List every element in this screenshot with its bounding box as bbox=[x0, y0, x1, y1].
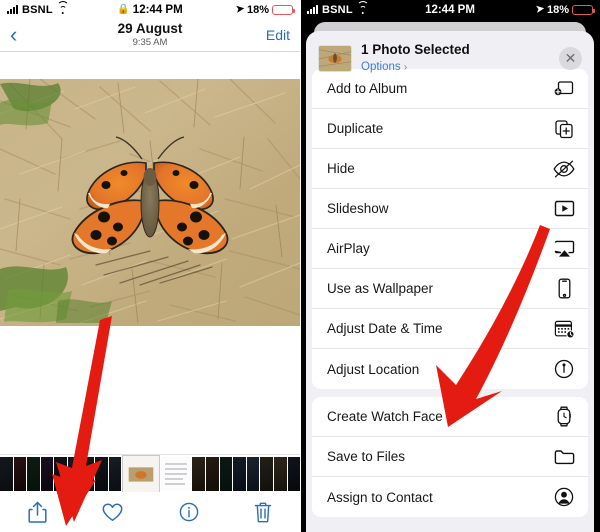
filmstrip-thumb[interactable] bbox=[54, 456, 67, 491]
heart-icon[interactable] bbox=[102, 503, 123, 522]
carrier-label: BSNL bbox=[22, 3, 53, 16]
filmstrip-thumb[interactable] bbox=[205, 456, 219, 491]
filmstrip-thumb[interactable] bbox=[161, 456, 192, 491]
menu-item-airplay[interactable]: AirPlay bbox=[312, 229, 588, 270]
share-sheet-title-block: 1 Photo Selected Options › bbox=[361, 42, 550, 74]
filmstrip-thumb[interactable] bbox=[108, 456, 122, 491]
left-nav-bar: ‹ 29 August 9:35 AM Edit bbox=[0, 19, 300, 52]
menu-item-save-to-files[interactable]: Save to Files bbox=[312, 437, 588, 478]
filmstrip-thumb[interactable] bbox=[67, 456, 81, 491]
menu-item-label: Hide bbox=[327, 161, 355, 177]
status-clock: 12:44 PM bbox=[132, 3, 183, 16]
location-arrow-icon: ➤ bbox=[534, 3, 545, 16]
hide-eye-icon bbox=[553, 158, 575, 180]
menu-item-label: Use as Wallpaper bbox=[327, 281, 434, 297]
menu-item-label: Save to Files bbox=[327, 449, 406, 465]
screenshot-root: BSNL 🔒 12:44 PM ➤ 18% ‹ 29 August 9:35 A… bbox=[0, 0, 600, 532]
options-link[interactable]: Options › bbox=[361, 60, 550, 75]
photo-date-label: 29 August bbox=[117, 21, 183, 37]
photo-stage bbox=[0, 52, 300, 526]
menu-item-use-as-wallpaper[interactable]: Use as Wallpaper bbox=[312, 269, 588, 310]
photo-filmstrip[interactable] bbox=[0, 454, 300, 493]
share-action-group-2: Create Watch Face Save to Files Assign t… bbox=[312, 397, 588, 518]
contact-person-icon bbox=[553, 486, 575, 508]
battery-percent-label: 18% bbox=[246, 3, 269, 16]
options-label: Options bbox=[361, 60, 401, 73]
menu-item-add-to-album[interactable]: Add to Album bbox=[312, 69, 588, 110]
cellular-signal-icon bbox=[7, 5, 18, 14]
menu-item-label: Slideshow bbox=[327, 201, 389, 217]
share-action-group-1: Add to Album Duplicate Hide Slideshow Ai… bbox=[312, 69, 588, 390]
filmstrip-thumb[interactable] bbox=[0, 456, 13, 491]
menu-item-label: Create Watch Face bbox=[327, 409, 443, 425]
menu-item-slideshow[interactable]: Slideshow bbox=[312, 189, 588, 230]
share-sheet-stack: 1 Photo Selected Options › ✕ Add to Albu… bbox=[300, 19, 600, 532]
left-phone-screen: BSNL 🔒 12:44 PM ➤ 18% ‹ 29 August 9:35 A… bbox=[0, 0, 300, 532]
menu-item-label: AirPlay bbox=[327, 241, 370, 257]
location-pin-icon bbox=[553, 358, 575, 380]
filmstrip-thumb[interactable] bbox=[219, 456, 233, 491]
menu-item-create-watch-face[interactable]: Create Watch Face bbox=[312, 397, 588, 438]
watch-face-icon bbox=[553, 406, 575, 428]
filmstrip-thumb[interactable] bbox=[260, 456, 273, 491]
wallpaper-phone-icon bbox=[553, 278, 575, 300]
filmstrip-thumb[interactable] bbox=[273, 456, 287, 491]
battery-percent-label: 18% bbox=[546, 3, 569, 16]
slideshow-play-icon bbox=[553, 198, 575, 220]
photo-toolbar bbox=[0, 492, 300, 532]
menu-item-adjust-date-time[interactable]: Adjust Date & Time bbox=[312, 309, 588, 350]
chevron-right-icon: › bbox=[403, 61, 408, 73]
pane-divider bbox=[300, 0, 301, 532]
filmstrip-thumb-selected[interactable] bbox=[122, 454, 161, 493]
status-clock: 12:44 PM bbox=[425, 3, 475, 16]
left-status-bar: BSNL 🔒 12:44 PM ➤ 18% bbox=[0, 0, 300, 19]
share-icon[interactable] bbox=[28, 501, 47, 524]
battery-low-icon bbox=[272, 4, 295, 15]
close-icon[interactable]: ✕ bbox=[559, 46, 582, 70]
filmstrip-thumb[interactable] bbox=[81, 456, 95, 491]
share-sheet: 1 Photo Selected Options › ✕ Add to Albu… bbox=[306, 31, 594, 532]
butterfly-on-dry-grass-photo bbox=[0, 78, 300, 326]
calendar-clock-icon bbox=[553, 318, 575, 340]
menu-item-assign-to-contact[interactable]: Assign to Contact bbox=[312, 477, 588, 518]
info-icon[interactable] bbox=[179, 502, 199, 522]
filmstrip-thumb[interactable] bbox=[192, 456, 205, 491]
selected-photo-thumbnail bbox=[318, 44, 352, 72]
add-to-album-icon bbox=[553, 78, 575, 100]
right-phone-screen: BSNL 12:44 PM ➤ 18% 1 Photo Selected Opt… bbox=[300, 0, 600, 532]
menu-item-label: Adjust Date & Time bbox=[327, 321, 443, 337]
menu-item-duplicate[interactable]: Duplicate bbox=[312, 109, 588, 150]
wifi-icon bbox=[356, 1, 369, 14]
folder-icon bbox=[553, 446, 575, 468]
menu-item-label: Add to Album bbox=[327, 81, 408, 97]
menu-item-adjust-location[interactable]: Adjust Location bbox=[312, 349, 588, 390]
right-status-bar: BSNL 12:44 PM ➤ 18% bbox=[300, 0, 600, 19]
menu-item-label: Adjust Location bbox=[327, 361, 420, 377]
duplicate-icon bbox=[553, 118, 575, 140]
location-arrow-icon: ➤ bbox=[234, 3, 245, 16]
cellular-signal-icon bbox=[307, 5, 318, 14]
nav-title: 29 August 9:35 AM bbox=[0, 22, 300, 47]
filmstrip-thumb[interactable] bbox=[95, 456, 108, 491]
filmstrip-thumb[interactable] bbox=[13, 456, 27, 491]
filmstrip-thumb[interactable] bbox=[246, 456, 260, 491]
filmstrip-thumb[interactable] bbox=[40, 456, 54, 491]
wifi-icon bbox=[56, 1, 69, 14]
filmstrip-thumb[interactable] bbox=[27, 456, 40, 491]
filmstrip-thumb[interactable] bbox=[287, 456, 300, 491]
battery-low-icon bbox=[572, 4, 595, 15]
trash-icon[interactable] bbox=[254, 502, 272, 523]
filmstrip-thumb[interactable] bbox=[233, 456, 246, 491]
airplay-icon bbox=[553, 238, 575, 260]
lock-icon: 🔒 bbox=[117, 3, 130, 15]
photo-time-label: 9:35 AM bbox=[132, 36, 168, 48]
menu-item-hide[interactable]: Hide bbox=[312, 149, 588, 190]
selection-title: 1 Photo Selected bbox=[361, 42, 470, 57]
menu-item-label: Duplicate bbox=[327, 121, 384, 137]
menu-item-label: Assign to Contact bbox=[327, 489, 433, 505]
carrier-label: BSNL bbox=[322, 3, 353, 16]
